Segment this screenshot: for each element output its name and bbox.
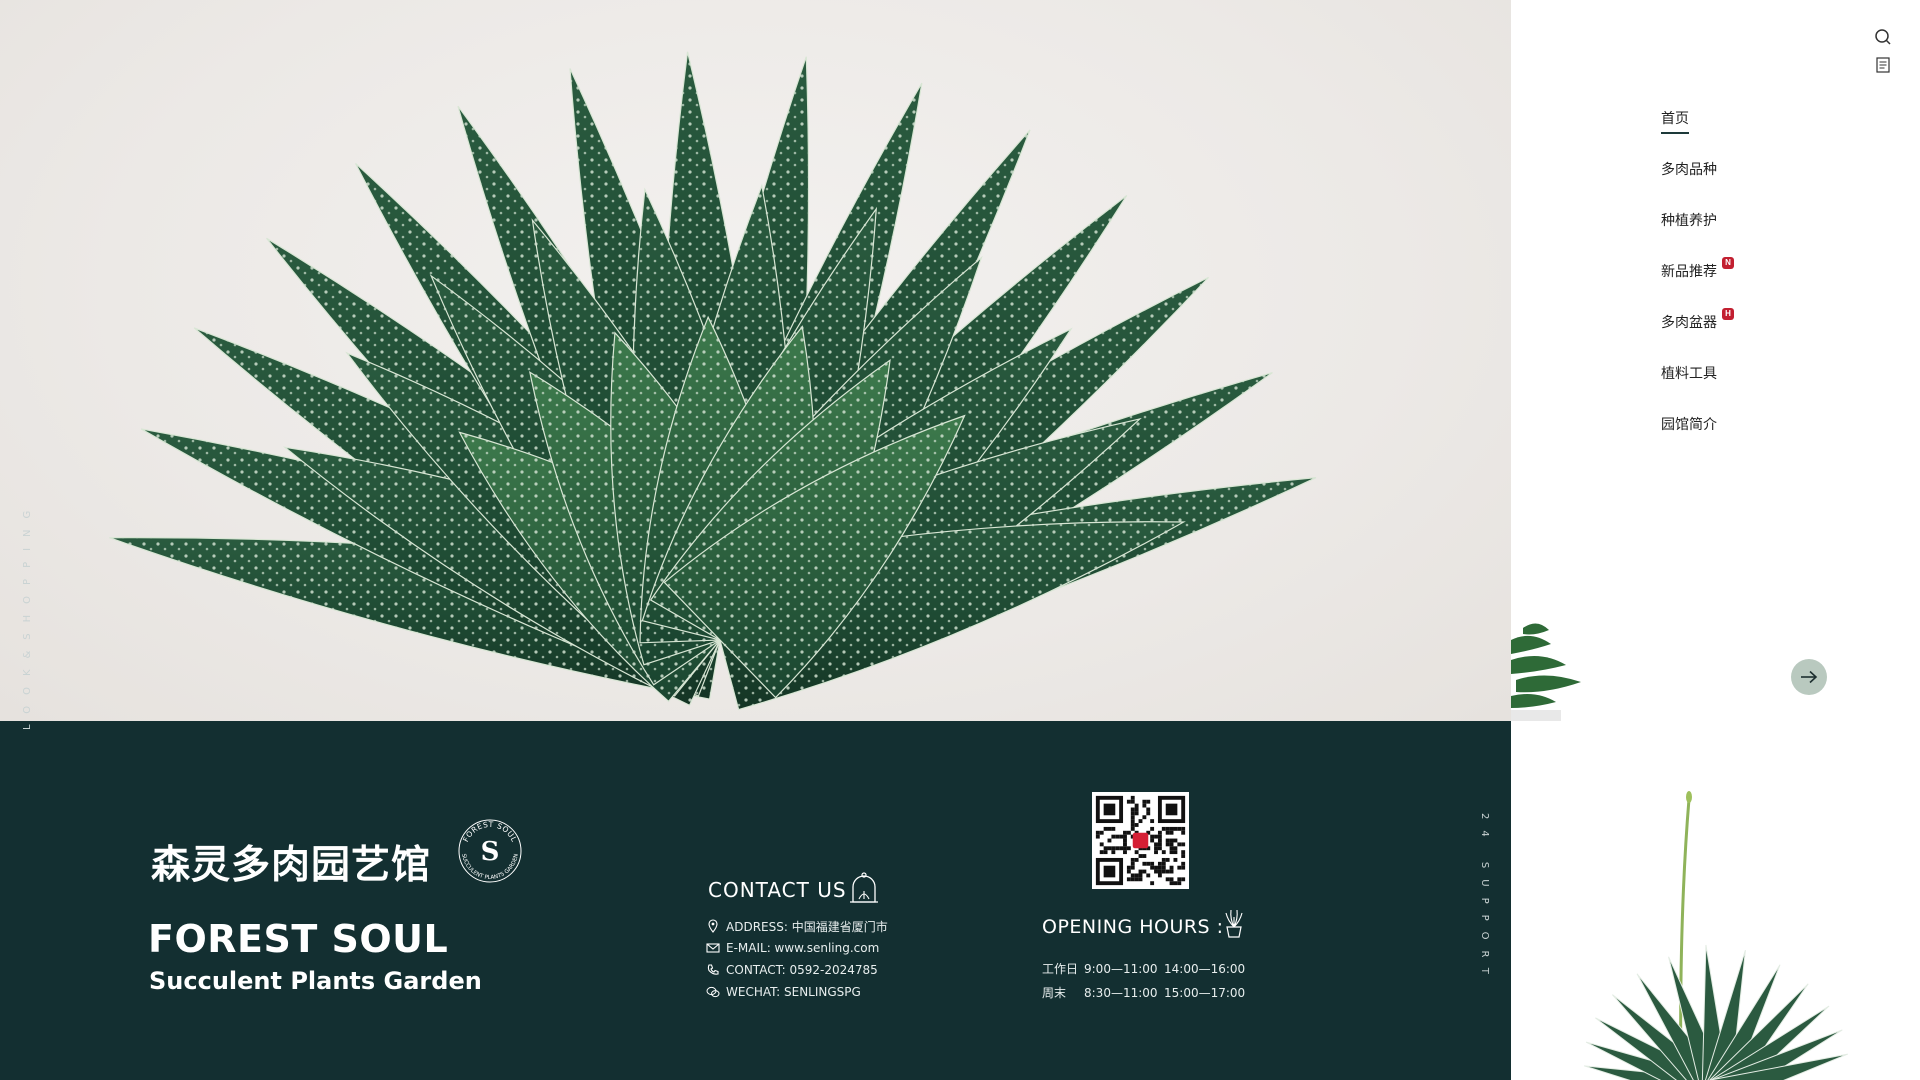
- contact-email[interactable]: E-MAIL: www.senling.com: [706, 937, 888, 959]
- menu-list-icon[interactable]: [1872, 54, 1894, 76]
- right-nav-panel: 首页 多肉品种 种植养护 新品推荐 N 多肉盆器 H 植料工具 园馆简介: [1511, 0, 1920, 721]
- location-pin-icon: [708, 919, 718, 933]
- nav-item-label: 植料工具: [1661, 366, 1717, 382]
- header-tools: [1872, 26, 1894, 82]
- aloe-plant-image: [109, 51, 1317, 711]
- nav-item-about[interactable]: 园馆简介: [1661, 414, 1717, 465]
- nav-item-tools[interactable]: 植料工具: [1661, 363, 1717, 414]
- opening-hours-title: OPENING HOURS :: [1042, 916, 1224, 938]
- mail-icon: [706, 943, 720, 953]
- plant-dome-icon: [850, 872, 878, 903]
- nav-item-care[interactable]: 种植养护: [1661, 210, 1717, 261]
- nav-item-label: 新品推荐: [1661, 264, 1717, 280]
- hours-row-weekend: 周末 8:30—11:00 15:00—17:00: [1042, 981, 1245, 1005]
- contact-phone-text: CONTACT: 0592-2024785: [726, 963, 878, 977]
- contact-phone[interactable]: CONTACT: 0592-2024785: [706, 959, 888, 981]
- next-slide-thumbnail[interactable]: [1511, 610, 1601, 721]
- nav-item-label: 多肉盆器: [1661, 315, 1717, 331]
- brand-name-cn: 森灵多肉园艺馆: [151, 842, 432, 888]
- wechat-icon: [706, 986, 720, 998]
- nav-item-label: 园馆简介: [1661, 417, 1717, 433]
- nav-item-label: 首页: [1661, 111, 1689, 134]
- footer: 森灵多肉园艺馆 FOREST SOUL SUCCULENT PLANTS GAR…: [0, 721, 1511, 1080]
- opening-hours-list: 工作日 9:00—11:00 14:00—16:00 周末 8:30—11:00…: [1042, 957, 1245, 1005]
- hours-time-morning: 8:30—11:00: [1084, 986, 1158, 1000]
- nav-item-new-products[interactable]: 新品推荐 N: [1661, 257, 1734, 312]
- contact-wechat: WECHAT: SENLINGSPG: [706, 981, 888, 1003]
- hours-time-afternoon: 15:00—17:00: [1164, 986, 1246, 1000]
- svg-text:S: S: [481, 837, 500, 867]
- hours-day: 工作日: [1042, 962, 1079, 976]
- hours-day: 周末: [1042, 986, 1067, 1000]
- hours-row-weekday: 工作日 9:00—11:00 14:00—16:00: [1042, 957, 1245, 981]
- nav-item-label: 种植养护: [1661, 213, 1717, 229]
- contact-title: CONTACT US: [708, 878, 847, 902]
- nav-item-home[interactable]: 首页: [1661, 108, 1717, 159]
- phone-icon: [707, 964, 719, 975]
- contact-address-text: ADDRESS: 中国福建省厦门市: [726, 919, 888, 934]
- small-aloe-image: [1511, 721, 1920, 1080]
- qr-code: [1092, 792, 1189, 889]
- side-text-left: LOOK&SHOPPING: [22, 499, 33, 730]
- hot-badge: H: [1722, 308, 1734, 320]
- new-badge: N: [1722, 257, 1734, 269]
- hero-banner: [0, 0, 1511, 721]
- contact-email-text: E-MAIL: www.senling.com: [726, 941, 880, 955]
- nav-item-pots[interactable]: 多肉盆器 H: [1661, 308, 1734, 363]
- contact-address: ADDRESS: 中国福建省厦门市: [706, 915, 888, 937]
- contact-list: ADDRESS: 中国福建省厦门市 E-MAIL: www.senling.co…: [706, 915, 888, 1003]
- potted-plant-icon: [1225, 909, 1243, 938]
- nav-item-varieties[interactable]: 多肉品种: [1661, 159, 1717, 210]
- main-nav: 首页 多肉品种 种植养护 新品推荐 N 多肉盆器 H 植料工具 园馆简介: [1661, 108, 1734, 465]
- brand-name-en: FOREST SOUL: [148, 917, 449, 961]
- nav-item-label: 多肉品种: [1661, 162, 1717, 178]
- next-slide-button[interactable]: [1791, 659, 1827, 695]
- hours-time-morning: 9:00—11:00: [1084, 962, 1158, 976]
- brand-seal-logo: FOREST SOUL SUCCULENT PLANTS GARDEN S: [458, 819, 522, 883]
- side-text-right: 24 SUPPORT: [1479, 813, 1490, 985]
- arrow-right-icon: [1801, 670, 1818, 684]
- search-icon[interactable]: [1872, 26, 1894, 48]
- brand-subtitle: Succulent Plants Garden: [149, 967, 482, 995]
- contact-wechat-text: WECHAT: SENLINGSPG: [726, 985, 861, 999]
- hours-time-afternoon: 14:00—16:00: [1164, 962, 1246, 976]
